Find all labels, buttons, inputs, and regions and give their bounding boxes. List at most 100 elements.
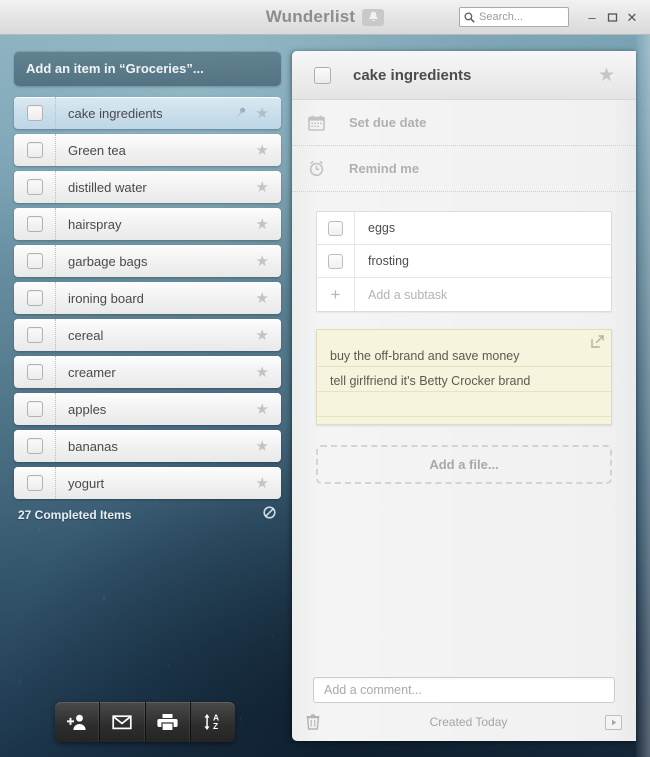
task-row[interactable]: garbage bags ★ [14,245,281,277]
task-row[interactable]: cake ingredients ★ [14,97,281,129]
task-title: apples [68,401,107,417]
task-checkbox-cell[interactable] [14,393,56,425]
task-checkbox[interactable] [26,401,43,417]
task-row[interactable]: bananas ★ [14,430,281,462]
subtask-checkbox-cell[interactable] [317,245,355,277]
star-icon[interactable]: ★ [256,180,269,195]
svg-text:Z: Z [213,721,218,731]
task-checkbox[interactable] [26,327,43,343]
task-checkbox[interactable] [26,216,43,232]
star-icon[interactable]: ★ [256,217,269,232]
subtask-checkbox[interactable] [328,220,343,236]
star-icon[interactable]: ★ [256,106,269,121]
trash-icon[interactable] [306,714,332,730]
subtask-row[interactable]: frosting [317,245,611,278]
star-icon[interactable]: ★ [256,143,269,158]
add-person-icon [67,714,86,730]
close-button[interactable]: ✕ [622,6,642,28]
task-checkbox-cell[interactable] [14,208,56,240]
add-subtask-placeholder: Add a subtask [368,287,448,302]
minimize-button[interactable]: – [582,6,602,28]
search-input[interactable]: Search... [459,7,569,27]
maximize-button[interactable] [602,6,622,28]
star-icon[interactable]: ★ [256,439,269,454]
task-icons: ★ [256,180,281,195]
task-title: hairspray [68,216,122,232]
calendar-icon [308,115,338,131]
task-checkbox-cell[interactable] [14,282,56,314]
title-bar: Wunderlist Search... – ✕ [0,0,650,35]
add-item-input[interactable]: Add an item in “Groceries”... [14,51,281,86]
app-title: Wunderlist [265,7,356,26]
subtask-row[interactable]: eggs [317,212,611,245]
hide-eye-slash-icon[interactable] [262,505,277,525]
task-icons: ★ [256,291,281,306]
subtask-checkbox[interactable] [328,253,343,269]
task-icons: ★ [256,328,281,343]
print-list-button[interactable] [146,702,191,742]
task-checkbox[interactable] [26,179,43,195]
task-checkbox[interactable] [26,290,43,306]
email-list-button[interactable] [100,702,146,742]
task-title: cereal [68,327,104,343]
detail-task-title[interactable]: cake ingredients [331,67,598,84]
sort-list-button[interactable]: A Z [191,702,235,742]
task-row[interactable]: ironing board ★ [14,282,281,314]
task-row[interactable]: yogurt ★ [14,467,281,499]
star-icon[interactable]: ★ [256,476,269,491]
pin-icon[interactable] [234,106,247,121]
star-icon[interactable]: ★ [598,64,636,87]
task-checkbox-cell[interactable] [14,356,56,388]
task-checkbox[interactable] [26,253,43,269]
task-checkbox[interactable] [26,475,43,491]
search-icon [464,11,475,23]
detail-spacer [292,484,636,677]
task-checkbox-cell[interactable] [14,319,56,351]
task-checkbox-cell[interactable] [14,134,56,166]
task-checkbox-cell[interactable] [14,245,56,277]
subtask-title: frosting [368,254,409,268]
task-title: cake ingredients [68,105,163,121]
add-subtask-row[interactable]: + Add a subtask [317,278,611,311]
star-icon[interactable]: ★ [256,291,269,306]
star-icon[interactable]: ★ [256,402,269,417]
task-row[interactable]: creamer ★ [14,356,281,388]
sort-alpha-icon: A Z [204,713,219,731]
star-icon[interactable]: ★ [256,365,269,380]
share-add-person-button[interactable] [55,702,101,742]
subtask-checkbox-cell[interactable] [317,212,355,244]
play-icon[interactable] [605,714,622,730]
notes-area[interactable]: buy the off-brand and save money tell gir… [316,329,612,425]
list-actions-toolbar: A Z [55,702,235,742]
comment-input[interactable]: Add a comment... [313,677,615,703]
bell-icon[interactable] [362,8,385,26]
task-row[interactable]: hairspray ★ [14,208,281,240]
add-item-placeholder: Add an item in “Groceries”... [26,61,204,76]
star-icon[interactable]: ★ [256,254,269,269]
task-checkbox-cell[interactable] [14,97,56,129]
task-checkbox-cell[interactable] [14,467,56,499]
search-placeholder: Search... [479,11,524,23]
plus-icon[interactable]: + [331,286,341,303]
task-title: bananas [68,438,118,454]
detail-header: cake ingredients ★ [292,51,636,100]
wunderlist-window: Wunderlist Search... – ✕ Add an item in … [0,0,650,757]
task-checkbox[interactable] [26,438,43,454]
add-subtask-icon-cell: + [317,278,355,311]
detail-complete-checkbox[interactable] [314,66,331,84]
task-checkbox[interactable] [26,142,43,158]
task-checkbox-cell[interactable] [14,430,56,462]
alarm-clock-icon [308,160,338,177]
star-icon[interactable]: ★ [256,328,269,343]
task-row[interactable]: distilled water ★ [14,171,281,203]
task-checkbox[interactable] [26,105,43,121]
task-row[interactable]: apples ★ [14,393,281,425]
task-row[interactable]: Green tea ★ [14,134,281,166]
set-due-date-row[interactable]: Set due date [292,100,636,146]
task-icons: ★ [256,476,281,491]
task-checkbox-cell[interactable] [14,171,56,203]
task-row[interactable]: cereal ★ [14,319,281,351]
add-file-dropzone[interactable]: Add a file... [316,445,612,484]
task-checkbox[interactable] [26,364,43,380]
remind-me-row[interactable]: Remind me [292,146,636,192]
